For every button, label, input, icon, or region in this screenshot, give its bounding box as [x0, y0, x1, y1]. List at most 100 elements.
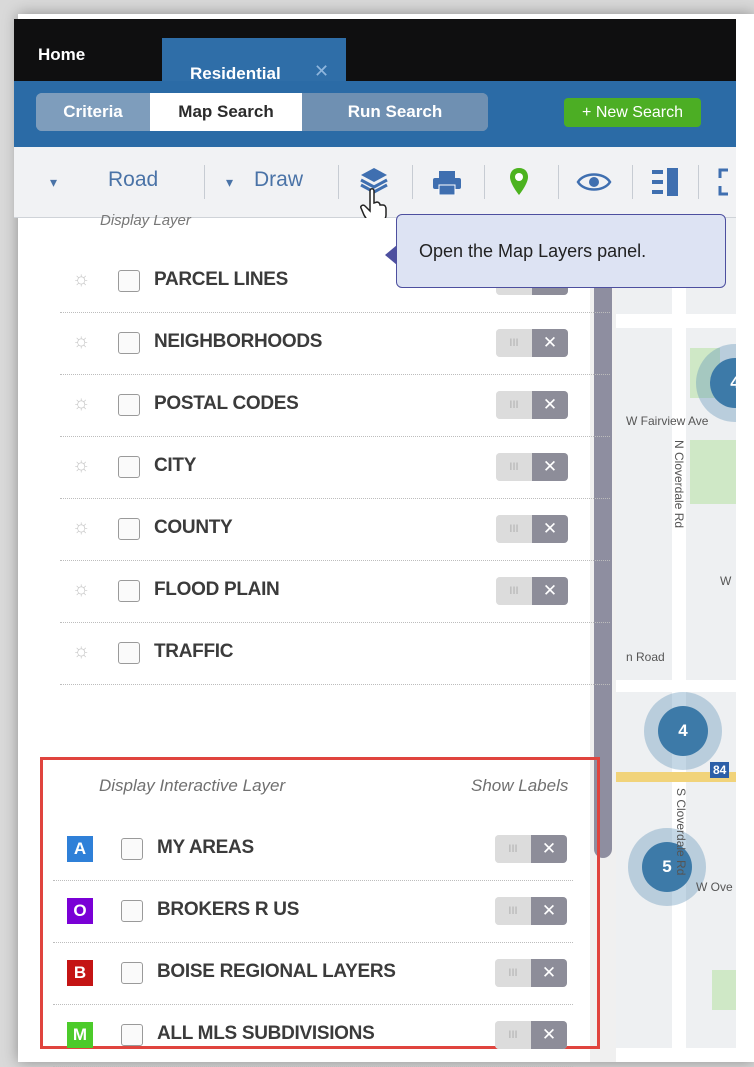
map-canvas[interactable]: 4 4 5 W Fairview Ave N Cloverdale Rd W n…	[616, 218, 736, 1048]
layer-toggle[interactable]: III✕	[496, 453, 568, 481]
map-label: N Cloverdale Rd	[672, 440, 686, 529]
layer-name: PARCEL LINES	[154, 269, 288, 290]
show-labels-toggle[interactable]: III ✕	[495, 897, 567, 925]
toggle-grip-icon: III	[495, 1021, 531, 1049]
layer-toggle[interactable]: III✕	[496, 329, 568, 357]
run-search-button[interactable]: Run Search	[302, 93, 488, 131]
layer-checkbox[interactable]	[121, 900, 143, 922]
map-search-button[interactable]: Map Search	[150, 93, 302, 131]
brightness-icon[interactable]: ☼	[72, 516, 90, 539]
map-cluster[interactable]: 4	[644, 692, 722, 770]
display-layer-header: Display Layer	[100, 212, 191, 229]
interactive-layer-row: M ALL MLS SUBDIVISIONS III ✕	[53, 1004, 573, 1067]
layer-name: FLOOD PLAIN	[154, 579, 280, 600]
toggle-grip-icon: III	[496, 329, 532, 357]
new-search-button[interactable]: + New Search	[564, 98, 701, 127]
search-subnav: Criteria Map Search Run Search + New Sea…	[14, 81, 736, 147]
toggle-off-icon: ✕	[532, 515, 568, 543]
show-labels-toggle[interactable]: III ✕	[495, 835, 567, 863]
layer-badge: O	[67, 898, 93, 924]
layer-name: COUNTY	[154, 517, 233, 538]
layer-checkbox[interactable]	[121, 1024, 143, 1046]
map-cluster[interactable]: 5	[628, 828, 706, 906]
show-labels-header: Show Labels	[471, 776, 569, 795]
brightness-icon[interactable]: ☼	[72, 268, 90, 291]
draw-button[interactable]: Draw	[254, 168, 303, 192]
show-labels-toggle[interactable]: III ✕	[495, 959, 567, 987]
layer-checkbox[interactable]	[118, 270, 140, 292]
map-label: n Road	[626, 650, 665, 664]
layer-checkbox[interactable]	[118, 332, 140, 354]
layer-name: BOISE REGIONAL LAYERS	[157, 961, 396, 982]
layer-toggle[interactable]: III✕	[496, 391, 568, 419]
layer-checkbox[interactable]	[121, 962, 143, 984]
toolbar-divider	[632, 165, 633, 199]
interstate-shield: 84	[710, 762, 730, 778]
toggle-grip-icon: III	[496, 391, 532, 419]
layer-checkbox[interactable]	[118, 580, 140, 602]
brightness-icon[interactable]: ☼	[72, 392, 90, 415]
chevron-down-icon[interactable]: ▾	[226, 174, 233, 191]
interactive-layer-row: A MY AREAS III ✕	[53, 818, 573, 881]
interactive-layer-row: B BOISE REGIONAL LAYERS III ✕	[53, 942, 573, 1005]
toolbar-divider	[204, 165, 205, 199]
tab-bar: Home Residential ✕	[14, 19, 736, 100]
columns-icon[interactable]	[652, 168, 678, 201]
layer-name: NEIGHBORHOODS	[154, 331, 323, 352]
tab-home[interactable]: Home	[38, 45, 85, 65]
layer-checkbox[interactable]	[118, 394, 140, 416]
brightness-icon[interactable]: ☼	[72, 454, 90, 477]
map-pin-icon[interactable]	[508, 167, 530, 202]
brightness-icon[interactable]: ☼	[72, 330, 90, 353]
print-icon[interactable]	[432, 171, 462, 200]
layer-name: BROKERS R US	[157, 899, 300, 920]
fullscreen-icon[interactable]	[718, 168, 736, 201]
map-label: W Ove	[696, 880, 733, 894]
toggle-grip-icon: III	[495, 897, 531, 925]
toggle-off-icon: ✕	[531, 1021, 567, 1049]
layer-badge: M	[67, 1022, 93, 1048]
toggle-grip-icon: III	[496, 577, 532, 605]
chevron-down-icon[interactable]: ▾	[50, 174, 57, 191]
layer-row: ☼ COUNTY III ✕	[60, 498, 610, 561]
toolbar-divider	[412, 165, 413, 199]
brightness-icon[interactable]: ☼	[72, 640, 90, 663]
layer-name: ALL MLS SUBDIVISIONS	[157, 1023, 375, 1044]
layer-checkbox[interactable]	[118, 518, 140, 540]
layer-toggle[interactable]: III✕	[496, 577, 568, 605]
map-label: W	[720, 574, 732, 588]
layer-row: ☼ CITY III ✕	[60, 436, 610, 499]
layer-toggle[interactable]: III✕	[496, 515, 568, 543]
toggle-off-icon: ✕	[531, 835, 567, 863]
interactive-layer-row: O BROKERS R US III ✕	[53, 880, 573, 943]
layer-checkbox[interactable]	[118, 456, 140, 478]
tooltip: Open the Map Layers panel.	[385, 214, 726, 288]
layer-checkbox[interactable]	[118, 642, 140, 664]
toggle-grip-icon: III	[496, 515, 532, 543]
tooltip-text: Open the Map Layers panel.	[419, 241, 647, 261]
toggle-off-icon: ✕	[531, 959, 567, 987]
toolbar-divider	[338, 165, 339, 199]
toolbar-divider	[698, 165, 699, 199]
map-label: S Cloverdale Rd	[674, 788, 688, 876]
tooltip-arrow	[385, 245, 397, 265]
map-road	[616, 680, 736, 692]
toggle-off-icon: ✕	[532, 577, 568, 605]
criteria-button[interactable]: Criteria	[36, 93, 150, 131]
brightness-icon[interactable]: ☼	[72, 578, 90, 601]
toggle-grip-icon: III	[495, 835, 531, 863]
layer-badge: B	[67, 960, 93, 986]
layer-badge: A	[67, 836, 93, 862]
map-road	[672, 218, 686, 1048]
map-cluster-count: 4	[658, 706, 708, 756]
road-button[interactable]: Road	[108, 168, 158, 192]
eye-icon[interactable]	[576, 171, 612, 198]
show-labels-toggle[interactable]: III ✕	[495, 1021, 567, 1049]
layer-name: POSTAL CODES	[154, 393, 299, 414]
interactive-layer-header: Display Interactive Layer	[99, 776, 286, 795]
interactive-layers-section: Display Interactive Layer Show Labels A M…	[40, 757, 600, 1067]
layer-checkbox[interactable]	[121, 838, 143, 860]
layer-row: ☼ POSTAL CODES III ✕	[60, 374, 610, 437]
close-icon[interactable]: ✕	[314, 61, 329, 82]
layer-name: TRAFFIC	[154, 641, 234, 662]
